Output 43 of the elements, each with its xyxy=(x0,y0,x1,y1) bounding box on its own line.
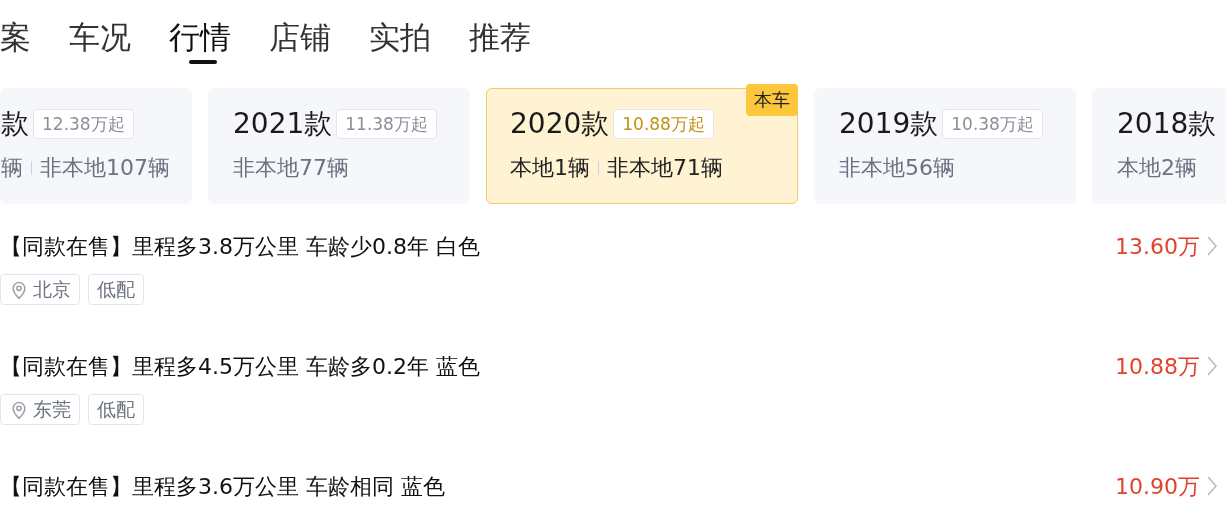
model-year: 2019款 xyxy=(839,106,939,142)
model-year-card[interactable]: 2018款 本地2辆 xyxy=(1092,88,1226,204)
model-year: 2021款 xyxy=(233,106,333,142)
listing-count: 本地1辆 xyxy=(510,154,590,182)
tab[interactable]: 车况 xyxy=(69,18,131,56)
active-tab-underline xyxy=(189,60,217,64)
tab[interactable]: 行情 xyxy=(169,18,231,56)
listing-count: 本地2辆 xyxy=(1117,154,1197,182)
listing-count: 非本地56辆 xyxy=(839,154,955,182)
location-tag: 北京 xyxy=(0,274,80,305)
current-car-badge: 本车 xyxy=(746,84,798,116)
model-year-card[interactable]: 2019款 10.38万起 非本地56辆 xyxy=(814,88,1076,204)
model-year: 款 xyxy=(1,106,29,142)
starting-price-tag: 10.88万起 xyxy=(613,109,714,139)
starting-price-tag: 10.38万起 xyxy=(942,109,1043,139)
location-pin-icon xyxy=(9,399,29,420)
chevron-right-icon xyxy=(1206,235,1218,257)
listing-title[interactable]: 【同款在售】里程多3.8万公里 车龄少0.8年 白色 xyxy=(0,229,480,263)
trim-tag: 低配 xyxy=(88,274,144,305)
starting-price-tag: 11.38万起 xyxy=(336,109,437,139)
chevron-right-icon xyxy=(1206,355,1218,377)
listing-count: 非本地71辆 xyxy=(607,154,723,182)
listing-title[interactable]: 【同款在售】里程多3.6万公里 车龄相同 蓝色 xyxy=(0,469,445,503)
model-year: 2018款 xyxy=(1117,106,1217,142)
listing-title[interactable]: 【同款在售】里程多4.5万公里 车龄多0.2年 蓝色 xyxy=(0,349,480,383)
tab[interactable]: 案 xyxy=(0,18,31,56)
model-year-card[interactable]: 2021款 11.38万起 非本地77辆 xyxy=(208,88,470,204)
tab[interactable]: 推荐 xyxy=(469,18,531,56)
listing-price: 13.60万 xyxy=(1115,232,1200,261)
model-year-card[interactable]: 款 12.38万起 辆 非本地107辆 xyxy=(0,88,192,204)
trim-tag: 低配 xyxy=(88,394,144,425)
tab[interactable]: 实拍 xyxy=(369,18,431,56)
model-year: 2020款 xyxy=(510,106,610,142)
starting-price-tag: 12.38万起 xyxy=(33,109,134,139)
location-tag: 东莞 xyxy=(0,394,80,425)
tab[interactable]: 店铺 xyxy=(269,18,331,56)
listing-count: 辆 xyxy=(1,154,23,182)
listing-count: 非本地77辆 xyxy=(233,154,349,182)
listing-price: 10.88万 xyxy=(1115,352,1200,381)
listing-count: 非本地107辆 xyxy=(40,154,170,182)
chevron-right-icon xyxy=(1206,475,1218,497)
listing-price: 10.90万 xyxy=(1115,472,1200,501)
location-pin-icon xyxy=(9,279,29,300)
